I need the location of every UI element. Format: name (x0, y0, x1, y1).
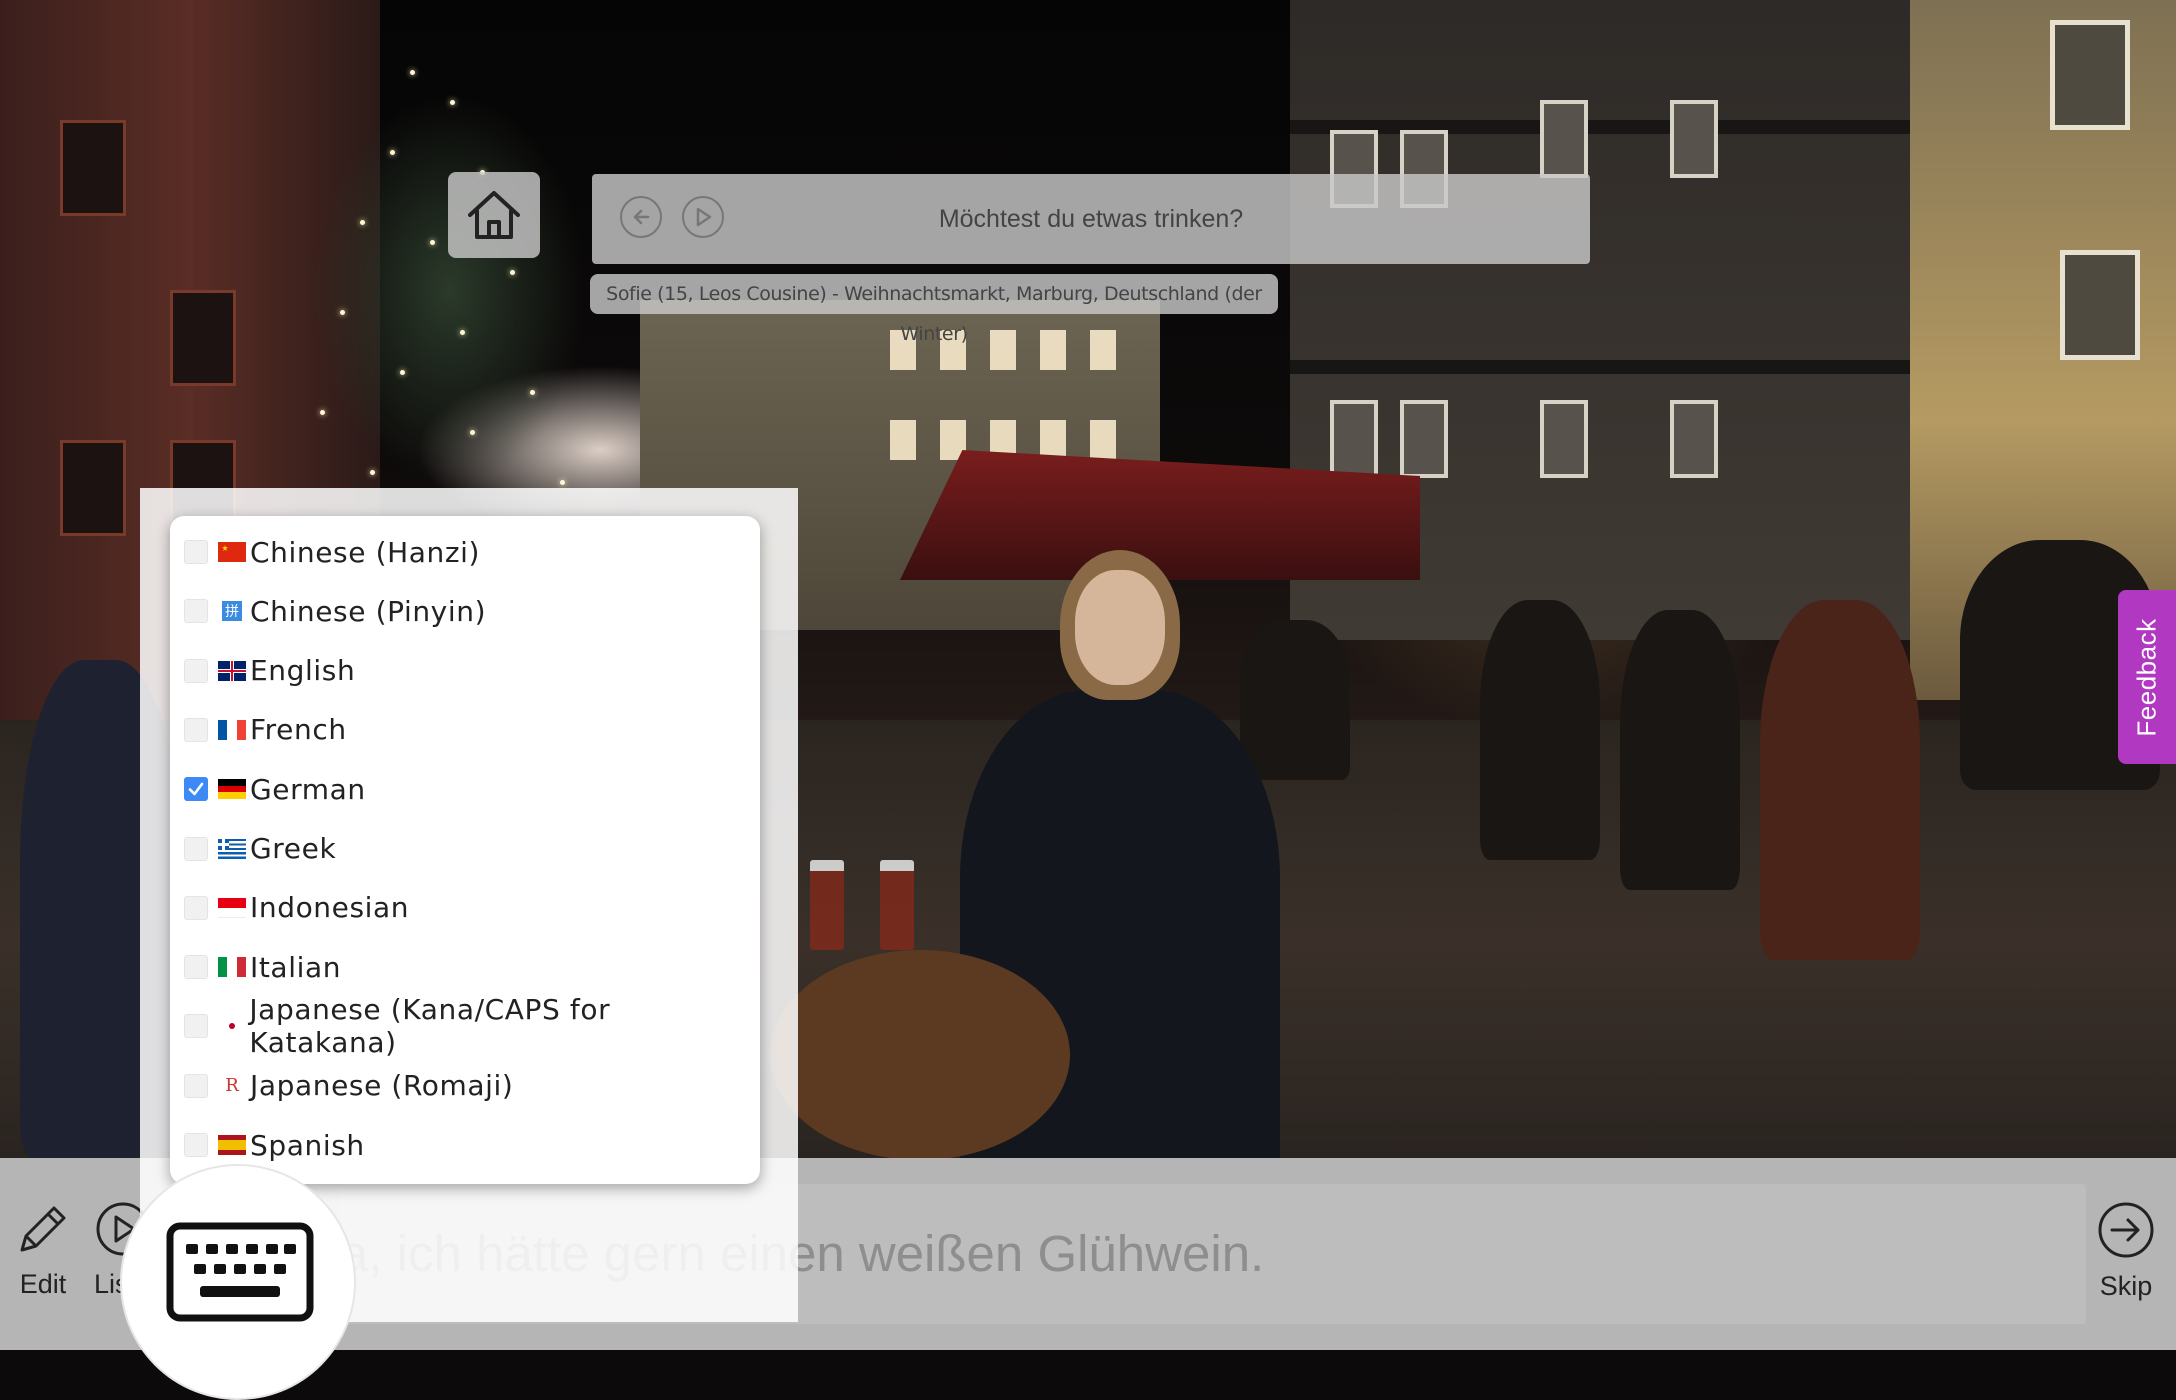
language-option[interactable]: Spanish (184, 1123, 365, 1167)
flag-icon-pinyin: 拼 (218, 601, 246, 622)
skip-button[interactable]: Skip (2096, 1200, 2156, 1302)
checkbox[interactable] (184, 1014, 208, 1039)
flag-icon-es (218, 1135, 246, 1155)
flag-icon-id (218, 897, 246, 918)
person-face (1075, 570, 1165, 685)
prompt-question: Möchtest du etwas trinken? (938, 205, 1244, 233)
flag-icon-romaji: R (225, 1075, 239, 1096)
mulled-wine-glass (880, 860, 914, 950)
home-button[interactable] (448, 172, 540, 258)
checkbox[interactable] (184, 1073, 208, 1098)
language-label: Japanese (Kana/CAPS for Katakana) (249, 993, 611, 1060)
flag-icon-jp (217, 1016, 246, 1037)
checkbox[interactable] (184, 717, 208, 742)
language-dropdown: Chinese (Hanzi) 拼 Chinese (Pinyin) English F… (170, 516, 760, 1184)
check-icon (188, 782, 204, 796)
language-label: German (250, 772, 366, 806)
language-label: Indonesian (250, 891, 410, 925)
checkbox[interactable] (184, 540, 208, 564)
edit-label: Edit (19, 1269, 67, 1299)
language-option[interactable]: Chinese (Hanzi) (184, 530, 480, 574)
language-label: Spanish (250, 1128, 365, 1162)
language-label: Chinese (Pinyin) (250, 594, 487, 628)
flag-icon-gb (218, 660, 246, 681)
flag-icon-de (218, 779, 246, 800)
language-option[interactable]: French (184, 708, 347, 752)
language-option[interactable]: Italian (184, 945, 341, 989)
keyboard-icon (166, 1222, 314, 1322)
checkbox[interactable] (184, 895, 208, 920)
language-option[interactable]: German (184, 767, 366, 811)
checkbox[interactable] (184, 658, 208, 683)
checkbox[interactable] (184, 955, 208, 980)
language-option[interactable]: Greek (184, 827, 336, 871)
language-option[interactable]: Japanese (Kana/CAPS for Katakana) (184, 993, 760, 1059)
skip-label: Skip (2099, 1271, 2153, 1301)
language-label: English (250, 654, 356, 688)
checkbox[interactable] (184, 1133, 208, 1157)
language-label: Greek (250, 832, 337, 865)
flag-icon-it (218, 957, 246, 978)
language-option[interactable]: Indonesian (184, 886, 409, 930)
christmas-tree (260, 10, 640, 530)
language-label: Chinese (Hanzi) (250, 535, 481, 569)
checkbox[interactable] (184, 836, 208, 861)
prompt-bar: Möchtest du etwas trinken? (592, 174, 1590, 264)
language-option[interactable]: English (184, 649, 355, 693)
arrow-right-circle-icon (2098, 1202, 2154, 1258)
mulled-wine-glass (810, 860, 844, 950)
crowd-person (1760, 600, 1920, 960)
edit-button[interactable]: Edit (14, 1200, 72, 1300)
language-label: Italian (250, 950, 342, 984)
speaker-caption: Sofie (15, Leos Cousine) - Weihnachtsmar… (590, 274, 1278, 345)
flag-icon-fr (218, 719, 246, 740)
feedback-label: Feedback (2131, 617, 2162, 737)
keyboard-toggle-button[interactable] (120, 1164, 356, 1400)
language-option[interactable]: R Japanese (Romaji) (184, 1064, 513, 1108)
feedback-tab[interactable]: Feedback (2118, 590, 2176, 764)
checkbox[interactable] (184, 599, 208, 624)
crowd-person (1240, 620, 1350, 780)
checkbox-checked[interactable] (184, 777, 208, 802)
standing-table (770, 950, 1070, 1158)
language-label: Japanese (Romaji) (250, 1069, 514, 1103)
pencil-icon (20, 1206, 66, 1252)
language-option[interactable]: 拼 Chinese (Pinyin) (184, 589, 486, 633)
home-icon (468, 191, 520, 239)
crowd-person (1480, 600, 1600, 860)
flag-icon-cn (218, 542, 246, 562)
language-label: French (250, 713, 347, 747)
flag-icon-gr (218, 838, 246, 859)
crowd-person (1620, 610, 1740, 890)
